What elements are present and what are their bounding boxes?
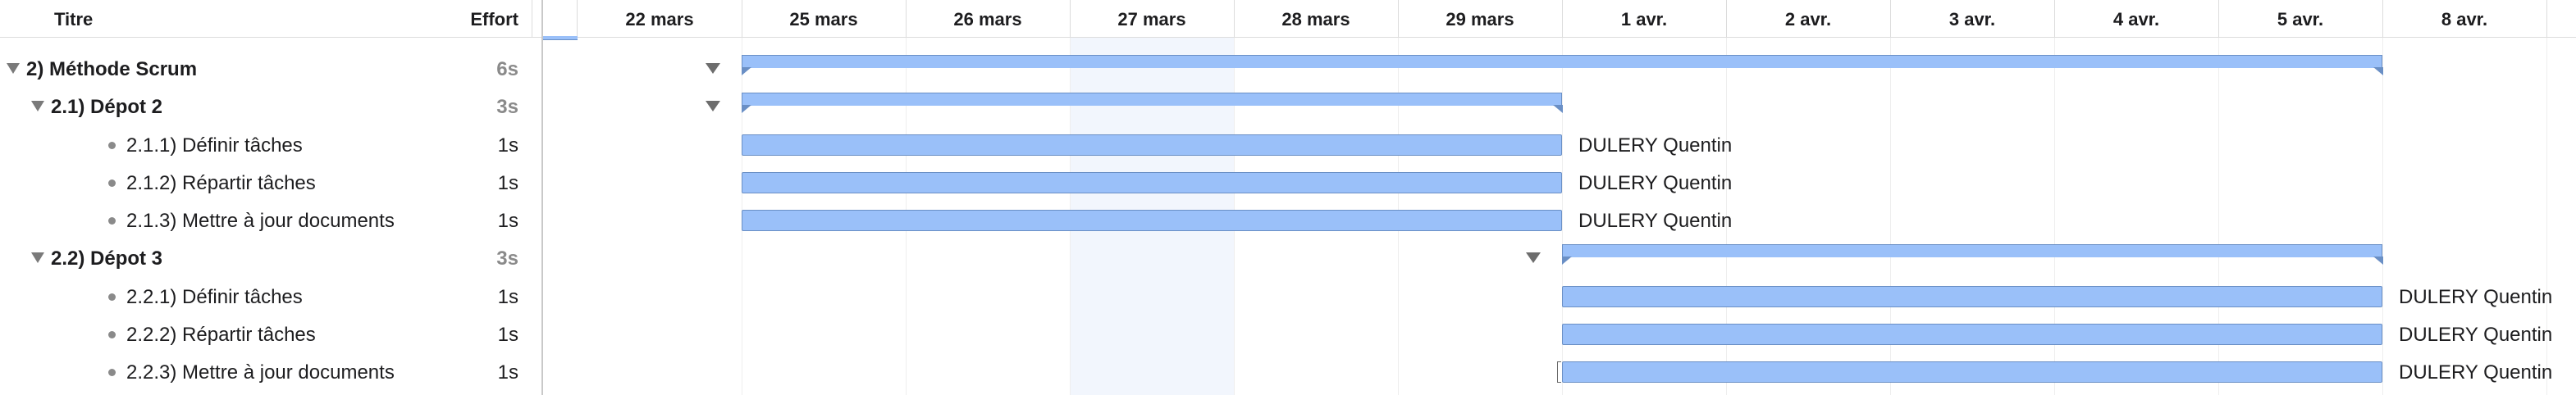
timeline-header: 22 mars 25 mars 26 mars 27 mars 28 mars 29 ma… bbox=[543, 0, 2576, 38]
row-effort[interactable]: 1s bbox=[427, 134, 518, 157]
start-constraint-marker bbox=[1557, 361, 1561, 383]
task-bar[interactable] bbox=[742, 171, 1562, 193]
task-bar[interactable] bbox=[1562, 323, 2382, 345]
outline-group-row[interactable]: 2.2) Dépot 3 3s bbox=[0, 239, 541, 277]
timeline-day-label: 26 mars bbox=[953, 9, 1022, 30]
bullet-icon bbox=[108, 369, 116, 376]
row-effort[interactable]: 1s bbox=[427, 172, 518, 195]
timeline-header-gap bbox=[543, 0, 578, 38]
timeline-day-label: 29 mars bbox=[1446, 9, 1514, 30]
timeline-day-label: 5 avr. bbox=[2277, 9, 2324, 30]
timeline-day-label: 27 mars bbox=[1117, 9, 1186, 30]
row-title[interactable]: 2) Méthode Scrum bbox=[26, 58, 197, 81]
resource-label: DULERY Quentin bbox=[1578, 134, 1733, 157]
bullet-icon bbox=[108, 179, 116, 187]
summary-bar[interactable] bbox=[741, 55, 2383, 75]
summary-cap-right bbox=[2373, 67, 2383, 75]
summary-cap-left bbox=[1561, 257, 1572, 266]
resource-label: DULERY Quentin bbox=[1578, 210, 1733, 232]
outline-task-row[interactable]: 2.2.2) Répartir tâches 1s bbox=[0, 316, 541, 353]
task-bar[interactable] bbox=[742, 210, 1562, 231]
outline-group-row[interactable]: 2.1) Dépot 2 3s bbox=[0, 88, 541, 125]
timeline-day-separator bbox=[2546, 0, 2547, 38]
gantt-pane: 22 mars 25 mars 26 mars 27 mars 28 mars 29 ma… bbox=[543, 0, 2576, 395]
resource-label: DULERY Quentin bbox=[1578, 171, 1733, 194]
outline-task-row[interactable]: 2.2.1) Définir tâches 1s bbox=[0, 278, 541, 316]
row-title[interactable]: 2.2) Dépot 3 bbox=[51, 247, 162, 270]
bullet-icon bbox=[108, 293, 116, 301]
timeline-day-label: 3 avr. bbox=[1948, 9, 1996, 30]
day-gridline bbox=[2382, 38, 2383, 395]
outline-task-row[interactable]: 2.2.3) Mettre à jour documents 1s bbox=[0, 353, 541, 391]
row-effort[interactable]: 3s bbox=[427, 96, 518, 119]
column-header-title[interactable]: Titre bbox=[54, 9, 93, 30]
row-title[interactable]: 2.2.1) Définir tâches bbox=[126, 286, 303, 309]
outline-task-row[interactable]: 2.1.1) Définir tâches 1s bbox=[0, 126, 541, 164]
task-bar[interactable] bbox=[742, 134, 1562, 156]
outline-task-row[interactable]: 2.1.2) Répartir tâches 1s bbox=[0, 164, 541, 202]
timeline-day-label: 8 avr. bbox=[2441, 9, 2488, 30]
outline-pane: Titre Effort 2) Méthode Scrum 6s 2.1) Dépo… bbox=[0, 0, 541, 395]
summary-cap-left bbox=[741, 105, 751, 114]
collapse-triangle-icon[interactable] bbox=[1526, 252, 1541, 264]
disclosure-triangle-icon[interactable] bbox=[31, 101, 44, 112]
task-bar[interactable] bbox=[1562, 361, 2382, 383]
row-effort[interactable]: 1s bbox=[427, 210, 518, 233]
timeline-day-label: 22 mars bbox=[625, 9, 694, 30]
resource-label: DULERY Quentin bbox=[2399, 285, 2553, 308]
collapse-triangle-icon[interactable] bbox=[706, 101, 720, 112]
timeline-day-label: 28 mars bbox=[1281, 9, 1350, 30]
timeline-day-label: 4 avr. bbox=[2112, 9, 2160, 30]
outline-task-row[interactable]: 2.1.3) Mettre à jour documents 1s bbox=[0, 202, 541, 239]
row-title[interactable]: 2.1.1) Définir tâches bbox=[126, 134, 303, 157]
collapse-triangle-icon[interactable] bbox=[706, 63, 720, 74]
row-title[interactable]: 2.1.3) Mettre à jour documents bbox=[126, 210, 395, 233]
row-title[interactable]: 2.1) Dépot 2 bbox=[51, 96, 162, 119]
scrolled-bar-stub bbox=[543, 36, 578, 40]
disclosure-triangle-icon[interactable] bbox=[7, 63, 20, 74]
row-title[interactable]: 2.1.2) Répartir tâches bbox=[126, 172, 316, 195]
bullet-icon bbox=[108, 217, 116, 225]
row-title[interactable]: 2.2.2) Répartir tâches bbox=[126, 324, 316, 347]
bullet-icon bbox=[108, 330, 116, 338]
summary-bar[interactable] bbox=[1561, 244, 2383, 266]
row-effort[interactable]: 6s bbox=[427, 58, 518, 81]
outline-group-row[interactable]: 2) Méthode Scrum 6s bbox=[0, 50, 541, 88]
row-effort[interactable]: 1s bbox=[427, 361, 518, 384]
task-bar[interactable] bbox=[1562, 285, 2382, 307]
timeline-day-label: 1 avr. bbox=[1620, 9, 1668, 30]
row-effort[interactable]: 1s bbox=[427, 286, 518, 309]
timeline-day-label: 2 avr. bbox=[1784, 9, 1832, 30]
timeline-day-label: 25 mars bbox=[789, 9, 858, 30]
summary-cap-right bbox=[1552, 105, 1563, 114]
column-header-effort[interactable]: Effort bbox=[427, 9, 518, 30]
row-effort[interactable]: 3s bbox=[427, 247, 518, 270]
resource-label: DULERY Quentin bbox=[2399, 361, 2553, 384]
row-effort[interactable]: 1s bbox=[427, 324, 518, 347]
outline-header: Titre Effort bbox=[0, 0, 541, 38]
resource-label: DULERY Quentin bbox=[2399, 323, 2553, 346]
bullet-icon bbox=[108, 141, 116, 149]
summary-bar[interactable] bbox=[741, 93, 1563, 114]
summary-cap-right bbox=[2373, 257, 2383, 266]
disclosure-triangle-icon[interactable] bbox=[31, 252, 44, 264]
summary-cap-left bbox=[741, 67, 751, 75]
row-title[interactable]: 2.2.3) Mettre à jour documents bbox=[126, 361, 395, 384]
